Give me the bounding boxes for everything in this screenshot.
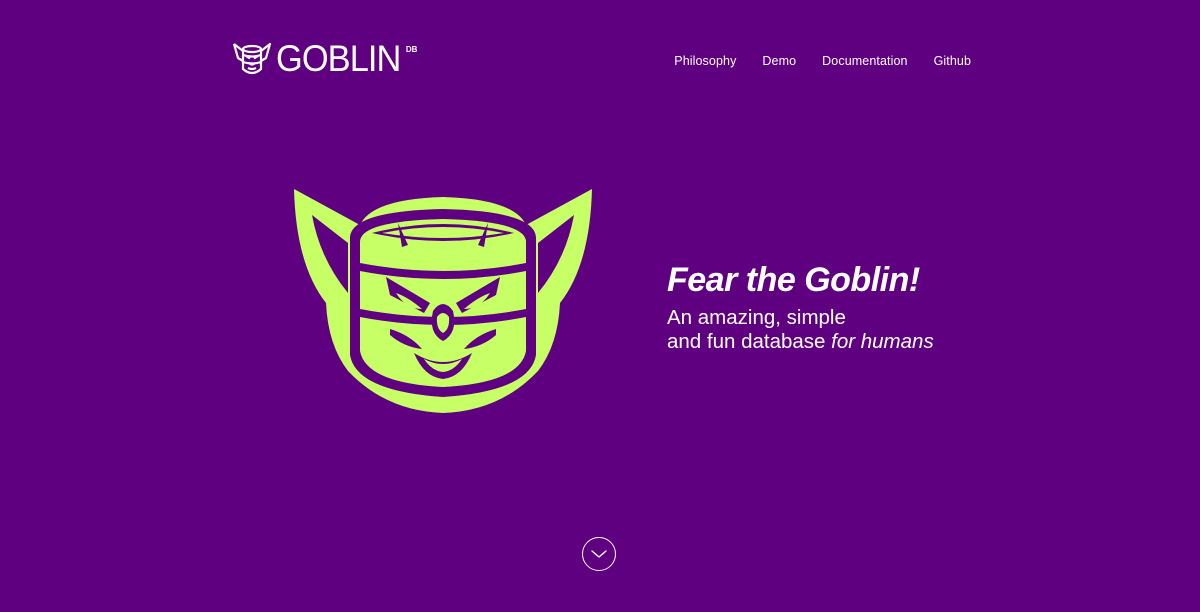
top-nav: Philosophy Demo Documentation Github: [648, 53, 971, 69]
brand-name: GOBLIN: [276, 38, 401, 79]
goblin-database-mascot-icon: [294, 189, 592, 413]
chevron-down-icon: [591, 550, 607, 558]
hero-subtitle-line-1: An amazing, simple: [667, 306, 846, 329]
nav-item-philosophy[interactable]: Philosophy: [674, 53, 736, 69]
hero-text-block: Fear the Goblin! An amazing, simple and …: [667, 258, 934, 354]
nav-item-github[interactable]: Github: [934, 53, 971, 69]
landing-page: GOBLIN DB Philosophy Demo Documentation …: [0, 0, 1200, 612]
nav-item-demo[interactable]: Demo: [762, 53, 796, 69]
hero-subtitle-line-2: and fun database for humans: [667, 330, 934, 354]
brand-logo-link[interactable]: GOBLIN DB: [232, 40, 417, 78]
hero-subtitle-emphasis: for humans: [831, 330, 934, 353]
goblin-head-icon: [232, 42, 272, 75]
hero-subtitle-plain: and fun database: [667, 330, 832, 353]
nav-item-documentation[interactable]: Documentation: [822, 53, 907, 69]
hero-title: Fear the Goblin!: [667, 261, 920, 299]
brand-superscript: DB: [405, 45, 418, 54]
scroll-down-button[interactable]: [582, 537, 616, 571]
hero-subtitle: An amazing, simple and fun database for …: [667, 306, 934, 354]
